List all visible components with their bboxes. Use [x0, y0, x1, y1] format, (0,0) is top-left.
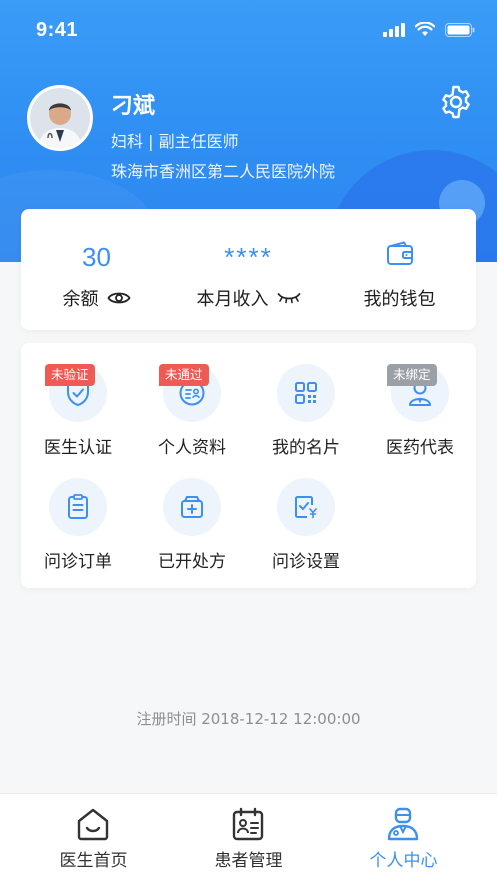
menu-item-label: 个人资料	[158, 438, 226, 458]
wifi-icon	[415, 22, 435, 36]
home-icon	[77, 808, 109, 841]
menu-item-label: 医药代表	[386, 438, 454, 458]
status-badge: 未通过	[159, 364, 209, 386]
menu-item-label: 问诊设置	[272, 552, 340, 572]
settings-gear-icon[interactable]	[438, 84, 474, 120]
wallet-summary-card: 30 余额 **** 本月收入 我的钱包	[21, 209, 476, 330]
menu-item-personal-info[interactable]: 未通过 个人资料	[135, 343, 249, 458]
doctor-portrait-icon	[30, 88, 90, 148]
tab-label: 医生首页	[59, 851, 128, 871]
menu-item-label: 问诊订单	[44, 552, 112, 572]
menu-item-label: 医生认证	[44, 438, 112, 458]
menu-item-prescriptions[interactable]: 已开处方	[135, 457, 249, 572]
eye-closed-icon[interactable]	[277, 291, 301, 305]
balance-label: 余额	[62, 289, 99, 310]
tab-patient-management[interactable]: 患者管理	[166, 794, 331, 883]
bottom-tab-bar: 医生首页 患者管理 个人中心	[0, 793, 497, 883]
service-menu-card: 未验证 医生认证 未通过 个人资料 我的名片 未绑定 医药代表 问诊订单 已开处…	[21, 343, 476, 588]
tab-doctor-home[interactable]: 医生首页	[11, 794, 176, 883]
monthly-income-label: 本月收入	[196, 289, 269, 310]
avatar[interactable]	[27, 85, 93, 151]
signal-icon	[383, 22, 405, 37]
status-badge: 未绑定	[387, 364, 437, 386]
tab-label: 个人中心	[369, 851, 438, 871]
doctor-name: 刁斌	[111, 94, 156, 119]
balance-stat[interactable]: 30 余额	[21, 209, 172, 330]
eye-icon[interactable]	[106, 290, 131, 306]
monthly-income-stat[interactable]: **** 本月收入	[173, 209, 324, 330]
menu-item-label: 已开处方	[158, 552, 226, 572]
patient-calendar-icon	[232, 807, 264, 841]
tab-personal-center[interactable]: 个人中心	[321, 794, 486, 883]
menu-item-business-card[interactable]: 我的名片	[249, 343, 363, 458]
status-time: 9:41	[36, 19, 79, 41]
my-wallet-stat[interactable]: 我的钱包	[324, 209, 475, 330]
status-badge: 未验证	[45, 364, 95, 386]
prescription-box-icon	[181, 496, 203, 518]
menu-item-consult-orders[interactable]: 问诊订单	[21, 457, 135, 572]
qr-code-icon	[295, 382, 317, 404]
wallet-icon	[386, 241, 413, 265]
my-wallet-label: 我的钱包	[363, 289, 436, 310]
battery-icon	[445, 22, 475, 37]
settings-fee-icon	[295, 496, 317, 519]
doctor-person-icon	[387, 807, 419, 841]
registration-time: 注册时间 2018-12-12 12:00:00	[136, 710, 361, 728]
doctor-hospital: 珠海市香洲区第二人民医院外院	[111, 162, 336, 181]
monthly-income-value: ****	[224, 242, 273, 272]
menu-item-pharma-rep[interactable]: 未绑定 医药代表	[363, 343, 477, 458]
doctor-department-title: 妇科 | 副主任医师	[111, 132, 239, 151]
menu-item-label: 我的名片	[272, 438, 340, 458]
status-bar: 9:41	[0, 0, 497, 64]
menu-item-consult-settings[interactable]: 问诊设置	[249, 457, 363, 572]
balance-value: 30	[82, 242, 111, 272]
tab-label: 患者管理	[214, 851, 283, 871]
menu-item-doctor-certification[interactable]: 未验证 医生认证	[21, 343, 135, 458]
order-list-icon	[68, 494, 88, 519]
